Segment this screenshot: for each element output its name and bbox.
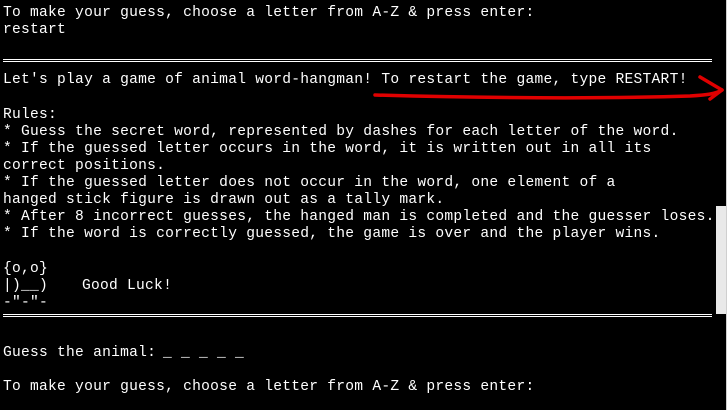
rule-line: * After 8 incorrect guesses, the hanged … bbox=[3, 209, 715, 225]
divider-bottom bbox=[3, 314, 712, 317]
rule-line: * If the word is correctly guessed, the … bbox=[3, 226, 661, 242]
owl-art-line: {o,o} bbox=[3, 261, 49, 277]
rule-line: * If the guessed letter occurs in the wo… bbox=[3, 141, 652, 157]
rule-line: hanged stick figure is drawn out as a ta… bbox=[3, 192, 445, 208]
rules-heading: Rules: bbox=[3, 107, 58, 123]
welcome-message: Let's play a game of animal word-hangman… bbox=[3, 72, 688, 88]
owl-art-line: -"-"- bbox=[3, 295, 49, 311]
word-blanks: _ _ _ _ _ bbox=[163, 345, 245, 361]
guess-label: Guess the animal: bbox=[3, 345, 157, 361]
rule-line: correct positions. bbox=[3, 158, 166, 174]
rule-line: * If the guessed letter does not occur i… bbox=[3, 175, 616, 191]
rule-line: * Guess the secret word, represented by … bbox=[3, 124, 679, 140]
input-prompt-bottom: To make your guess, choose a letter from… bbox=[3, 379, 535, 395]
scrollbar-thumb[interactable] bbox=[716, 206, 726, 314]
terminal-window[interactable]: To make your guess, choose a letter from… bbox=[0, 0, 727, 410]
input-prompt: To make your guess, choose a letter from… bbox=[3, 5, 535, 21]
user-input-echo: restart bbox=[3, 22, 67, 38]
good-luck-message: Good Luck! bbox=[82, 278, 173, 294]
divider-top bbox=[3, 59, 712, 62]
owl-art-line: |)__) bbox=[3, 278, 49, 294]
